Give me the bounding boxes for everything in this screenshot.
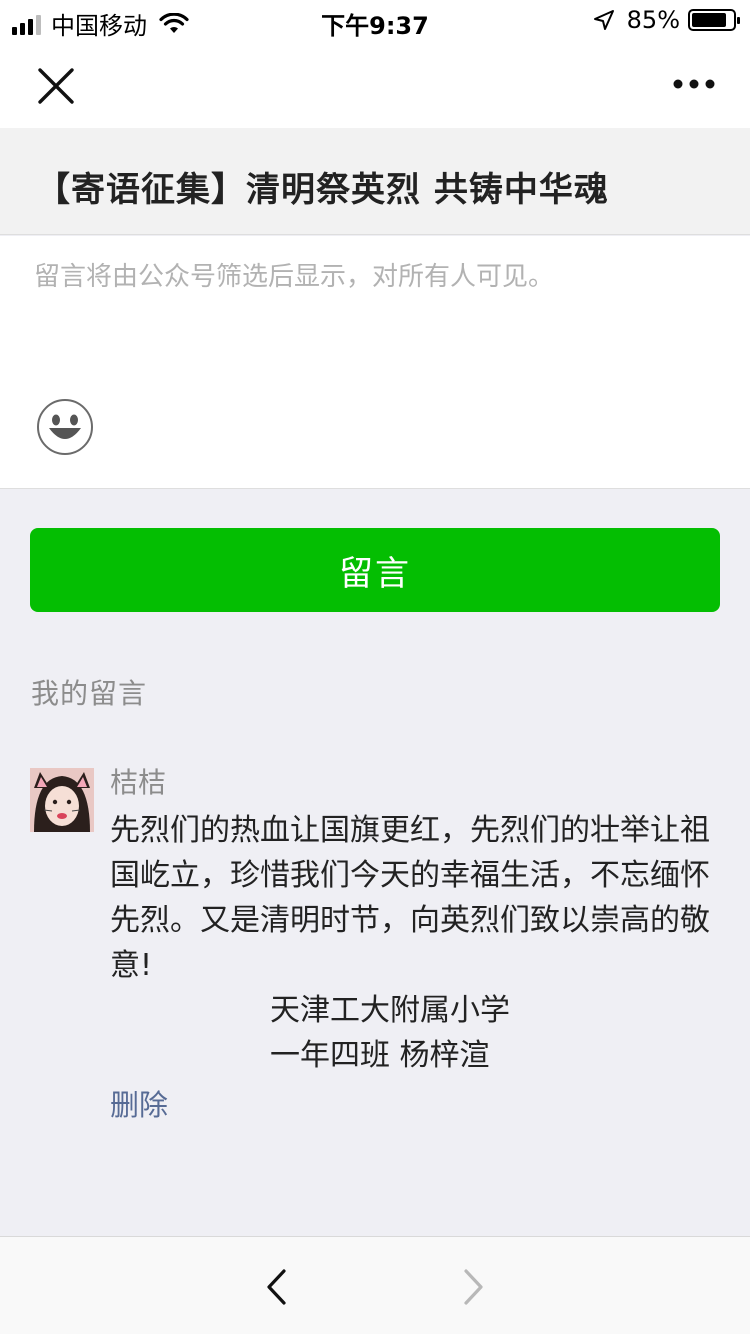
article-header: 【寄语征集】清明祭英烈 共铸中华魂 (0, 128, 750, 235)
comment-signature-name: 一年四班 杨梓渲 (270, 1038, 490, 1073)
comment-compose-area (0, 236, 750, 489)
close-icon[interactable] (34, 64, 78, 108)
comment-content: 先烈们的热血让国旗更红，先烈们的壮举让祖国屹立，珍惜我们今天的幸福生活，不忘缅怀… (110, 813, 710, 983)
location-arrow-icon (593, 10, 614, 30)
chevron-right-icon[interactable] (458, 1267, 488, 1307)
more-dots-icon[interactable] (672, 76, 716, 92)
comment-nickname: 桔桔 (110, 766, 167, 799)
article-title: 【寄语征集】清明祭英烈 共铸中华魂 (36, 170, 609, 210)
bottom-toolbar (0, 1236, 750, 1334)
battery-percent: 85% (626, 6, 680, 34)
my-comments-heading: 我的留言 (31, 677, 148, 710)
chevron-left-icon[interactable] (262, 1267, 292, 1307)
comment-input[interactable] (34, 256, 714, 396)
comment-signature-school: 天津工大附属小学 (270, 993, 510, 1028)
battery-icon (688, 9, 740, 31)
nav-bar (0, 40, 750, 128)
battery-level-fill (692, 13, 726, 27)
avatar (30, 768, 94, 832)
avatar-image (30, 768, 94, 832)
status-bar: 中国移动 下午9:37 85% (0, 0, 750, 40)
delete-comment-link[interactable]: 删除 (110, 1084, 168, 1126)
status-right: 85% (593, 6, 740, 34)
emoji-icon[interactable] (36, 398, 94, 456)
submit-comment-button[interactable]: 留言 (30, 528, 720, 612)
comment-body: 桔桔 先烈们的热血让国旗更红，先烈们的壮举让祖国屹立，珍惜我们今天的幸福生活，不… (110, 766, 720, 1126)
